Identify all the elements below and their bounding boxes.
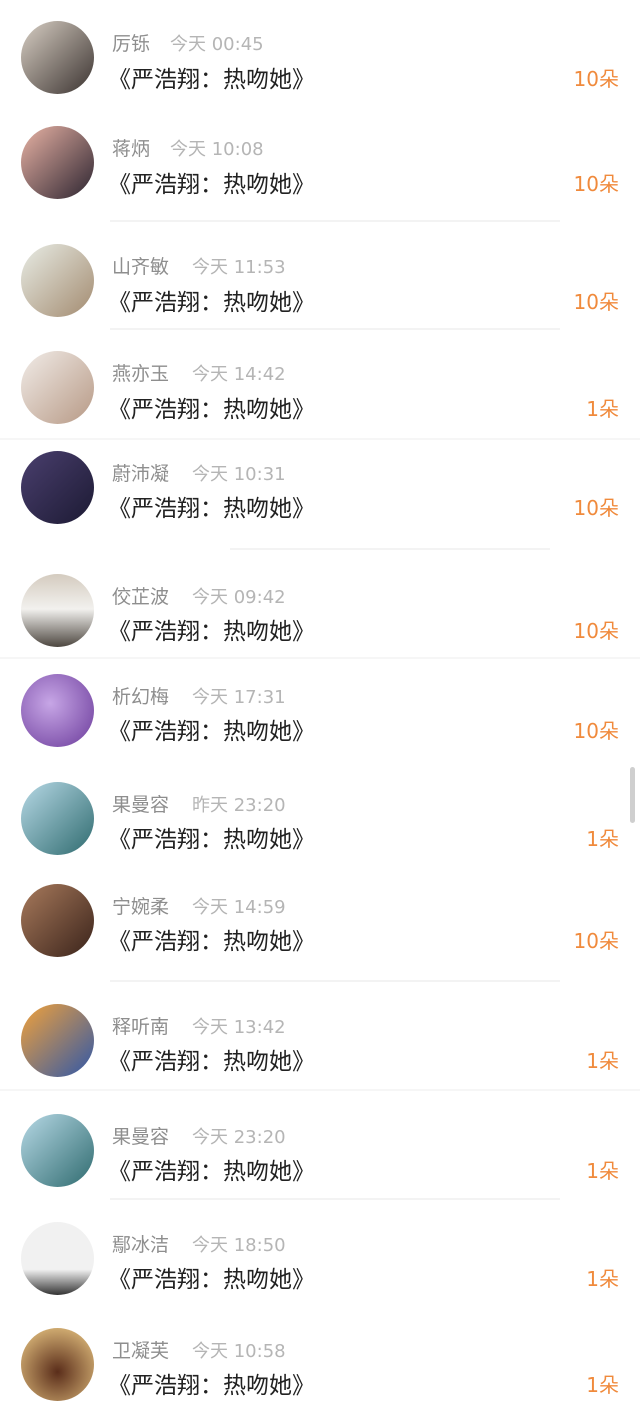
avatar[interactable] <box>21 574 94 647</box>
work-title[interactable]: 《严浩翔：热吻她》 <box>108 165 315 199</box>
timestamp: 今天 09:42 <box>192 587 286 608</box>
timestamp: 今天 14:42 <box>192 364 286 385</box>
gift-count: 10朵 <box>573 67 619 91</box>
list-item[interactable]: 卫凝芙 今天 10:58 《严浩翔：热吻她》 1朵 <box>0 1322 640 1422</box>
work-title[interactable]: 《严浩翔：热吻她》 <box>108 489 315 523</box>
list-item[interactable]: 释听南 今天 13:42 《严浩翔：热吻她》 1朵 <box>0 998 640 1098</box>
list-item[interactable]: 蔚沛凝 今天 10:31 《严浩翔：热吻她》 10朵 <box>0 443 640 543</box>
avatar[interactable] <box>21 244 94 317</box>
work-title[interactable]: 《严浩翔：热吻她》 <box>108 612 315 646</box>
user-name[interactable]: 析幻梅 <box>112 682 169 709</box>
list-item[interactable]: 燕亦玉 今天 14:42 《严浩翔：热吻她》 1朵 <box>0 345 640 445</box>
gift-count: 10朵 <box>573 929 619 953</box>
list-item[interactable]: 鄢冰洁 今天 18:50 《严浩翔：热吻她》 1朵 <box>0 1216 640 1316</box>
avatar[interactable] <box>21 1222 94 1295</box>
timestamp: 今天 17:31 <box>192 687 286 708</box>
section-divider <box>0 1089 640 1091</box>
list-item[interactable]: 果曼容 昨天 23:20 《严浩翔：热吻她》 1朵 <box>0 776 640 876</box>
gift-count: 10朵 <box>573 719 619 743</box>
user-name[interactable]: 蒋炳 <box>112 134 150 161</box>
divider <box>110 220 560 222</box>
list-item[interactable]: 山齐敏 今天 11:53 《严浩翔：热吻她》 10朵 <box>0 238 640 338</box>
work-title[interactable]: 《严浩翔：热吻她》 <box>108 1152 315 1186</box>
timestamp: 今天 10:31 <box>192 464 286 485</box>
timestamp: 昨天 23:20 <box>192 795 286 816</box>
avatar[interactable] <box>21 351 94 424</box>
gift-count: 10朵 <box>573 290 619 314</box>
user-name[interactable]: 鄢冰洁 <box>112 1230 169 1257</box>
avatar[interactable] <box>21 1114 94 1187</box>
work-title[interactable]: 《严浩翔：热吻她》 <box>108 390 315 424</box>
divider <box>110 1198 560 1200</box>
work-title[interactable]: 《严浩翔：热吻她》 <box>108 712 315 746</box>
list-item[interactable]: 果曼容 今天 23:20 《严浩翔：热吻她》 1朵 <box>0 1108 640 1208</box>
user-name[interactable]: 山齐敏 <box>112 252 169 279</box>
timestamp: 今天 13:42 <box>192 1017 286 1038</box>
list-item[interactable]: 析幻梅 今天 17:31 《严浩翔：热吻她》 10朵 <box>0 668 640 768</box>
work-title[interactable]: 《严浩翔：热吻她》 <box>108 1042 315 1076</box>
timestamp: 今天 18:50 <box>192 1235 286 1256</box>
list-item[interactable]: 蒋炳 今天 10:08 《严浩翔：热吻她》 10朵 <box>0 120 640 220</box>
avatar[interactable] <box>21 782 94 855</box>
timestamp: 今天 10:08 <box>170 139 264 160</box>
user-name[interactable]: 厉铄 <box>112 29 150 56</box>
divider <box>230 548 550 550</box>
user-name[interactable]: 果曼容 <box>112 1122 169 1149</box>
list-item[interactable]: 宁婉柔 今天 14:59 《严浩翔：热吻她》 10朵 <box>0 878 640 978</box>
work-title[interactable]: 《严浩翔：热吻她》 <box>108 60 315 94</box>
user-name[interactable]: 释听南 <box>112 1012 169 1039</box>
gift-count: 1朵 <box>586 1373 619 1397</box>
gift-feed-list: 厉铄 今天 00:45 《严浩翔：热吻她》 10朵 蒋炳 今天 10:08 《严… <box>0 0 640 1418</box>
gift-count: 1朵 <box>586 1049 619 1073</box>
user-name[interactable]: 卫凝芙 <box>112 1336 169 1363</box>
avatar[interactable] <box>21 1004 94 1077</box>
timestamp: 今天 14:59 <box>192 897 286 918</box>
work-title[interactable]: 《严浩翔：热吻她》 <box>108 922 315 956</box>
timestamp: 今天 00:45 <box>170 34 264 55</box>
divider <box>110 328 560 330</box>
user-name[interactable]: 宁婉柔 <box>112 892 169 919</box>
gift-count: 10朵 <box>573 172 619 196</box>
user-name[interactable]: 燕亦玉 <box>112 359 169 386</box>
avatar[interactable] <box>21 884 94 957</box>
work-title[interactable]: 《严浩翔：热吻她》 <box>108 283 315 317</box>
timestamp: 今天 23:20 <box>192 1127 286 1148</box>
user-name[interactable]: 蔚沛凝 <box>112 459 169 486</box>
avatar[interactable] <box>21 674 94 747</box>
gift-count: 1朵 <box>586 397 619 421</box>
work-title[interactable]: 《严浩翔：热吻她》 <box>108 820 315 854</box>
gift-count: 1朵 <box>586 827 619 851</box>
timestamp: 今天 11:53 <box>192 257 286 278</box>
work-title[interactable]: 《严浩翔：热吻她》 <box>108 1366 315 1400</box>
scrollbar[interactable] <box>630 767 635 823</box>
section-divider <box>0 438 640 440</box>
user-name[interactable]: 佼芷波 <box>112 582 169 609</box>
gift-count: 1朵 <box>586 1267 619 1291</box>
avatar[interactable] <box>21 451 94 524</box>
user-name[interactable]: 果曼容 <box>112 790 169 817</box>
avatar[interactable] <box>21 1328 94 1401</box>
divider <box>110 980 560 982</box>
list-item[interactable]: 厉铄 今天 00:45 《严浩翔：热吻她》 10朵 <box>0 15 640 115</box>
gift-count: 10朵 <box>573 496 619 520</box>
avatar[interactable] <box>21 126 94 199</box>
avatar[interactable] <box>21 21 94 94</box>
work-title[interactable]: 《严浩翔：热吻她》 <box>108 1260 315 1294</box>
gift-count: 10朵 <box>573 619 619 643</box>
section-divider <box>0 657 640 659</box>
timestamp: 今天 10:58 <box>192 1341 286 1362</box>
gift-count: 1朵 <box>586 1159 619 1183</box>
list-item[interactable]: 佼芷波 今天 09:42 《严浩翔：热吻她》 10朵 <box>0 568 640 668</box>
